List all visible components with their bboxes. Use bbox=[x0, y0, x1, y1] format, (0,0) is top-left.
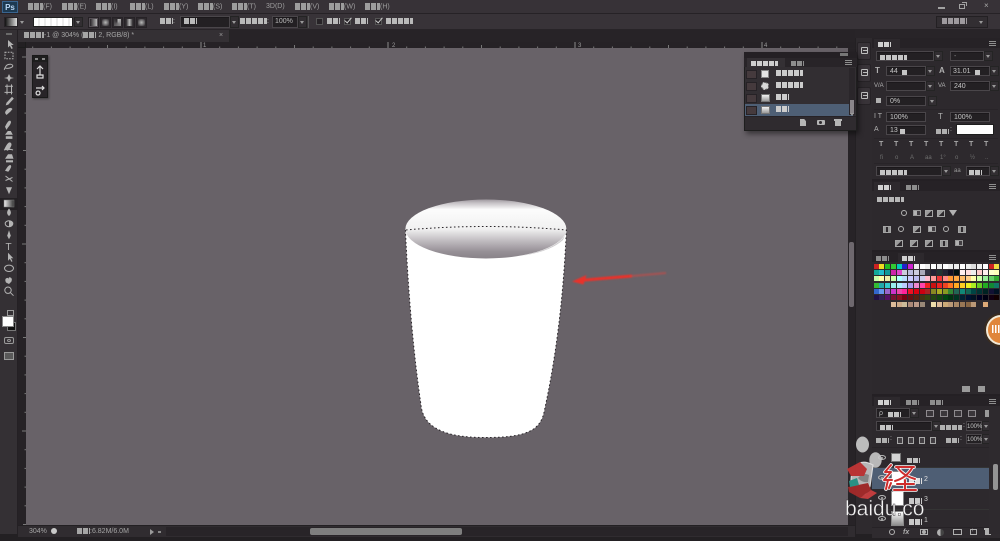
svg-text:T: T bbox=[6, 242, 12, 253]
svg-text:baidu.co: baidu.co bbox=[845, 498, 924, 521]
